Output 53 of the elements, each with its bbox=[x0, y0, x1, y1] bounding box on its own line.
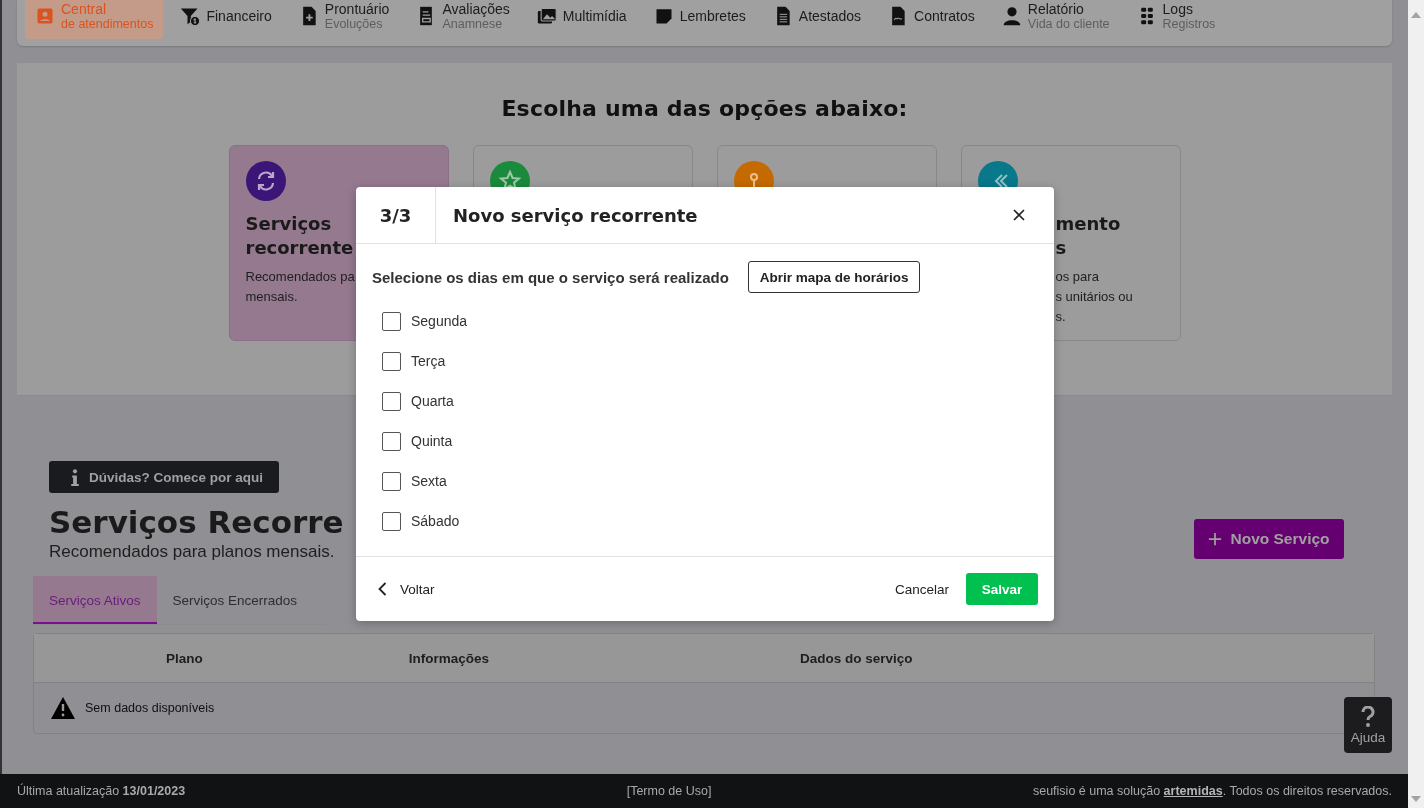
step-indicator: 3/3 bbox=[356, 187, 436, 243]
question-icon bbox=[1361, 705, 1375, 728]
empty-message: Sem dados disponíveis bbox=[85, 701, 215, 715]
credits-text: seufisio é uma solução artemidas. Todos os direitos reservados. bbox=[1032, 784, 1392, 798]
warning-icon bbox=[51, 697, 75, 719]
person-icon bbox=[1001, 6, 1022, 26]
tab[interactable]: Serviços Encerrados bbox=[156, 576, 314, 624]
column-header: Dados do serviço bbox=[800, 650, 913, 666]
nav-item[interactable]: Avaliações Anamnese bbox=[406, 0, 520, 39]
column-header: Informações bbox=[408, 650, 490, 666]
option-description: os para s unitários ou s. bbox=[1055, 268, 1133, 326]
section-title: Serviços Recorre bbox=[49, 503, 344, 541]
cancel-button[interactable]: Cancelar bbox=[894, 577, 949, 601]
day-label[interactable]: Terça bbox=[411, 353, 446, 369]
day-label[interactable]: Quinta bbox=[411, 433, 453, 449]
person-icon bbox=[35, 6, 55, 26]
company-link[interactable]: artemidas bbox=[1163, 784, 1223, 798]
day-label[interactable]: Quarta bbox=[411, 393, 454, 409]
checkbox[interactable] bbox=[382, 391, 401, 411]
modal-title: Novo serviço recorrente bbox=[452, 204, 699, 226]
last-update: Última atualização 13/01/2023 bbox=[17, 784, 186, 798]
options-title: Escolha uma das opções abaixo: bbox=[501, 96, 908, 121]
nav-item[interactable]: Financeiro bbox=[170, 0, 282, 39]
checkbox[interactable] bbox=[382, 431, 401, 451]
plus-icon bbox=[1208, 532, 1223, 546]
checkbox[interactable] bbox=[382, 471, 401, 491]
day-label[interactable]: Sábado bbox=[411, 513, 460, 529]
new-service-button[interactable]: Novo Serviço bbox=[1194, 519, 1344, 559]
nav-item[interactable]: Multimídia bbox=[526, 0, 637, 39]
column-header: Plano bbox=[166, 650, 203, 666]
section-subtitle: Recomendados para planos mensais. bbox=[49, 542, 336, 562]
chevron-left-icon bbox=[378, 582, 387, 596]
help-button[interactable]: Ajuda bbox=[1344, 697, 1392, 753]
nav-item[interactable]: Atestados bbox=[762, 0, 872, 39]
back-button[interactable]: Voltar bbox=[378, 581, 435, 597]
option-title: mento s bbox=[1055, 212, 1121, 260]
checkbox[interactable] bbox=[382, 351, 401, 371]
images-icon bbox=[536, 6, 557, 26]
terms-link[interactable]: [Termo de Uso] bbox=[626, 784, 712, 798]
nav-item[interactable]: Lembretes bbox=[643, 0, 756, 39]
nav-item[interactable]: Relatório Vida do cliente bbox=[991, 0, 1120, 39]
help-banner-button[interactable]: Dúvidas? Comece por aqui bbox=[49, 461, 280, 493]
checkbox[interactable] bbox=[382, 311, 401, 331]
nav-item[interactable]: Prontuário Evoluções bbox=[288, 0, 400, 39]
checkbox[interactable] bbox=[382, 511, 401, 531]
funnel-coin-icon bbox=[180, 6, 201, 26]
option-description: Recomendados pa mensais. bbox=[245, 268, 355, 306]
info-icon bbox=[71, 468, 79, 486]
schedule-map-button[interactable]: Abrir mapa de horários bbox=[747, 261, 921, 293]
nav-item[interactable]: Logs Registros bbox=[1126, 0, 1226, 39]
day-label[interactable]: Sexta bbox=[411, 473, 447, 489]
nav-item[interactable]: Contratos bbox=[878, 0, 985, 39]
option-title: Serviços recorrente bbox=[245, 212, 354, 260]
